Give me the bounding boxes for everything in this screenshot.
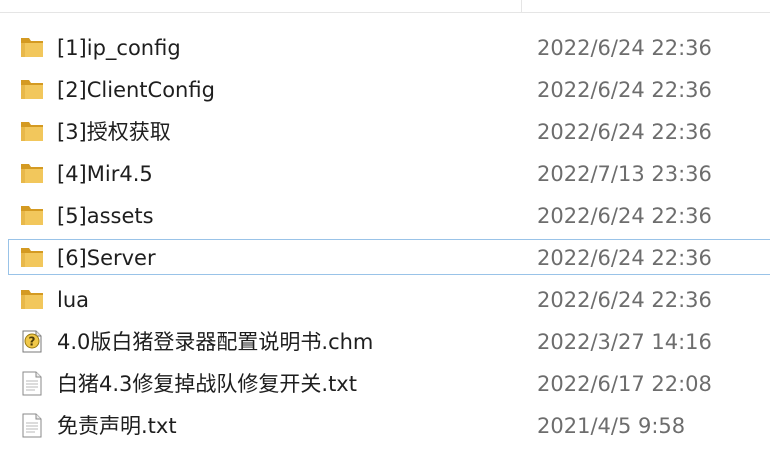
file-row[interactable]: [3]授权获取 2022/6/24 22:36	[0, 111, 770, 153]
file-date-modified: 2022/6/24 22:36	[537, 288, 712, 312]
file-name[interactable]: [3]授权获取	[57, 119, 171, 145]
file-row[interactable]: lua 2022/6/24 22:36	[0, 279, 770, 321]
file-date-modified: 2022/6/17 22:08	[537, 372, 712, 396]
file-name[interactable]: [5]assets	[57, 203, 154, 229]
file-row[interactable]: [2]ClientConfig 2022/6/24 22:36	[0, 69, 770, 111]
svg-text:?: ?	[29, 335, 36, 349]
column-header[interactable]	[0, 0, 770, 13]
file-date-modified: 2022/6/24 22:36	[537, 204, 712, 228]
file-row[interactable]: [5]assets 2022/6/24 22:36	[0, 195, 770, 237]
file-row-selected[interactable]: [6]Server 2022/6/24 22:36	[0, 237, 770, 279]
text-file-icon	[18, 412, 46, 438]
file-date-modified: 2022/6/24 22:36	[537, 78, 712, 102]
file-list: [1]ip_config 2022/6/24 22:36 [2]ClientCo…	[0, 27, 770, 447]
file-row[interactable]: 免责声明.txt 2021/4/5 9:58	[0, 405, 770, 447]
file-name[interactable]: 白猪4.3修复掉战队修复开关.txt	[57, 371, 357, 397]
text-file-icon	[18, 370, 46, 396]
file-date-modified: 2022/3/27 14:16	[537, 330, 712, 354]
chm-help-file-icon: ?	[18, 328, 46, 354]
folder-icon	[18, 286, 46, 312]
file-name[interactable]: [1]ip_config	[57, 35, 181, 61]
file-date-modified: 2022/6/24 22:36	[537, 120, 712, 144]
column-divider[interactable]	[521, 0, 522, 12]
file-row[interactable]: [1]ip_config 2022/6/24 22:36	[0, 27, 770, 69]
folder-icon	[18, 76, 46, 102]
folder-icon	[18, 160, 46, 186]
file-name[interactable]: [4]Mir4.5	[57, 161, 153, 187]
file-date-modified: 2022/6/24 22:36	[537, 246, 712, 270]
file-name[interactable]: [6]Server	[57, 245, 156, 271]
file-date-modified: 2022/7/13 23:36	[537, 162, 712, 186]
file-name[interactable]: 4.0版白猪登录器配置说明书.chm	[57, 329, 373, 355]
file-name[interactable]: 免责声明.txt	[57, 413, 177, 439]
folder-icon	[18, 118, 46, 144]
folder-icon	[18, 202, 46, 228]
folder-icon	[18, 244, 46, 270]
folder-icon	[18, 34, 46, 60]
file-name[interactable]: lua	[57, 287, 89, 313]
file-row[interactable]: [4]Mir4.5 2022/7/13 23:36	[0, 153, 770, 195]
file-name[interactable]: [2]ClientConfig	[57, 77, 215, 103]
file-date-modified: 2022/6/24 22:36	[537, 36, 712, 60]
file-row[interactable]: ? 4.0版白猪登录器配置说明书.chm 2022/3/27 14:16	[0, 321, 770, 363]
file-date-modified: 2021/4/5 9:58	[537, 414, 686, 438]
file-row[interactable]: 白猪4.3修复掉战队修复开关.txt 2022/6/17 22:08	[0, 363, 770, 405]
